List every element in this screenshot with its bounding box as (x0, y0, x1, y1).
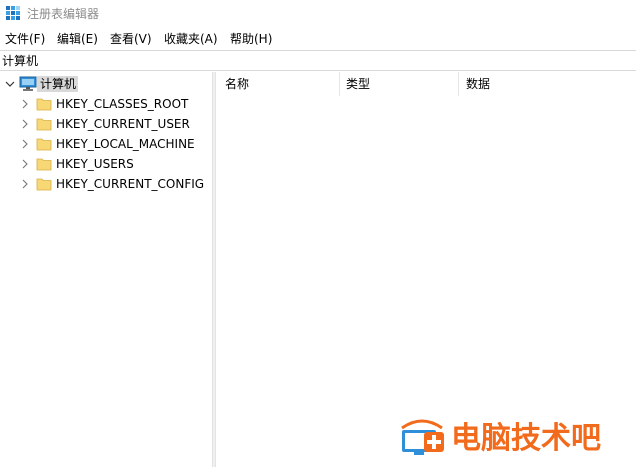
tree-item-hkey-classes-root[interactable]: HKEY_CLASSES_ROOT (0, 94, 212, 114)
computer-icon (19, 76, 37, 91)
tree-root-label[interactable]: 计算机 (40, 76, 76, 92)
tree-pane[interactable]: 计算机 HKEY_CLASSES_ROOT HKEY_CURRENT_USER … (0, 72, 212, 467)
folder-icon (36, 138, 52, 151)
chevron-down-icon[interactable] (5, 79, 15, 89)
column-header-type[interactable]: 类型 (337, 72, 457, 96)
registry-editor-icon (6, 6, 20, 20)
tree-item-hkey-local-machine[interactable]: HKEY_LOCAL_MACHINE (0, 134, 212, 154)
tree-item-label[interactable]: HKEY_USERS (56, 156, 134, 172)
tree-item-label[interactable]: HKEY_CURRENT_CONFIG (56, 176, 204, 192)
tree-item-hkey-current-user[interactable]: HKEY_CURRENT_USER (0, 114, 212, 134)
column-header-name[interactable]: 名称 (216, 72, 339, 96)
menu-edit[interactable]: 编辑(E) (57, 31, 98, 47)
chevron-right-icon[interactable] (20, 179, 30, 189)
column-header-data[interactable]: 数据 (457, 72, 617, 96)
tree-item-hkey-current-config[interactable]: HKEY_CURRENT_CONFIG (0, 174, 212, 194)
tree-item-label[interactable]: HKEY_CURRENT_USER (56, 116, 190, 132)
chevron-right-icon[interactable] (20, 119, 30, 129)
tree-root-computer[interactable]: 计算机 (0, 74, 212, 94)
watermark: 电脑技术吧 (396, 416, 632, 462)
watermark-text: 电脑技术吧 (451, 421, 601, 456)
address-path[interactable]: 计算机 (2, 53, 38, 69)
watermark-logo-icon (401, 419, 444, 455)
window-title: 注册表编辑器 (27, 7, 100, 21)
menu-view[interactable]: 查看(V) (110, 31, 152, 47)
menu-file[interactable]: 文件(F) (5, 31, 45, 47)
tree-item-label[interactable]: HKEY_CLASSES_ROOT (56, 96, 188, 112)
menu-bar: 文件(F) 编辑(E) 查看(V) 收藏夹(A) 帮助(H) (0, 29, 636, 49)
chevron-right-icon[interactable] (20, 159, 30, 169)
title-bar: 注册表编辑器 (0, 0, 636, 28)
folder-icon (36, 178, 52, 191)
folder-icon (36, 98, 52, 111)
folder-icon (36, 118, 52, 131)
chevron-right-icon[interactable] (20, 139, 30, 149)
address-bar[interactable]: 计算机 (0, 50, 636, 71)
tree-item-label[interactable]: HKEY_LOCAL_MACHINE (56, 136, 195, 152)
menu-help[interactable]: 帮助(H) (230, 31, 272, 47)
tree-item-hkey-users[interactable]: HKEY_USERS (0, 154, 212, 174)
menu-favorites[interactable]: 收藏夹(A) (164, 31, 218, 47)
chevron-right-icon[interactable] (20, 99, 30, 109)
values-pane[interactable]: 名称 类型 数据 (216, 72, 636, 467)
folder-icon (36, 158, 52, 171)
